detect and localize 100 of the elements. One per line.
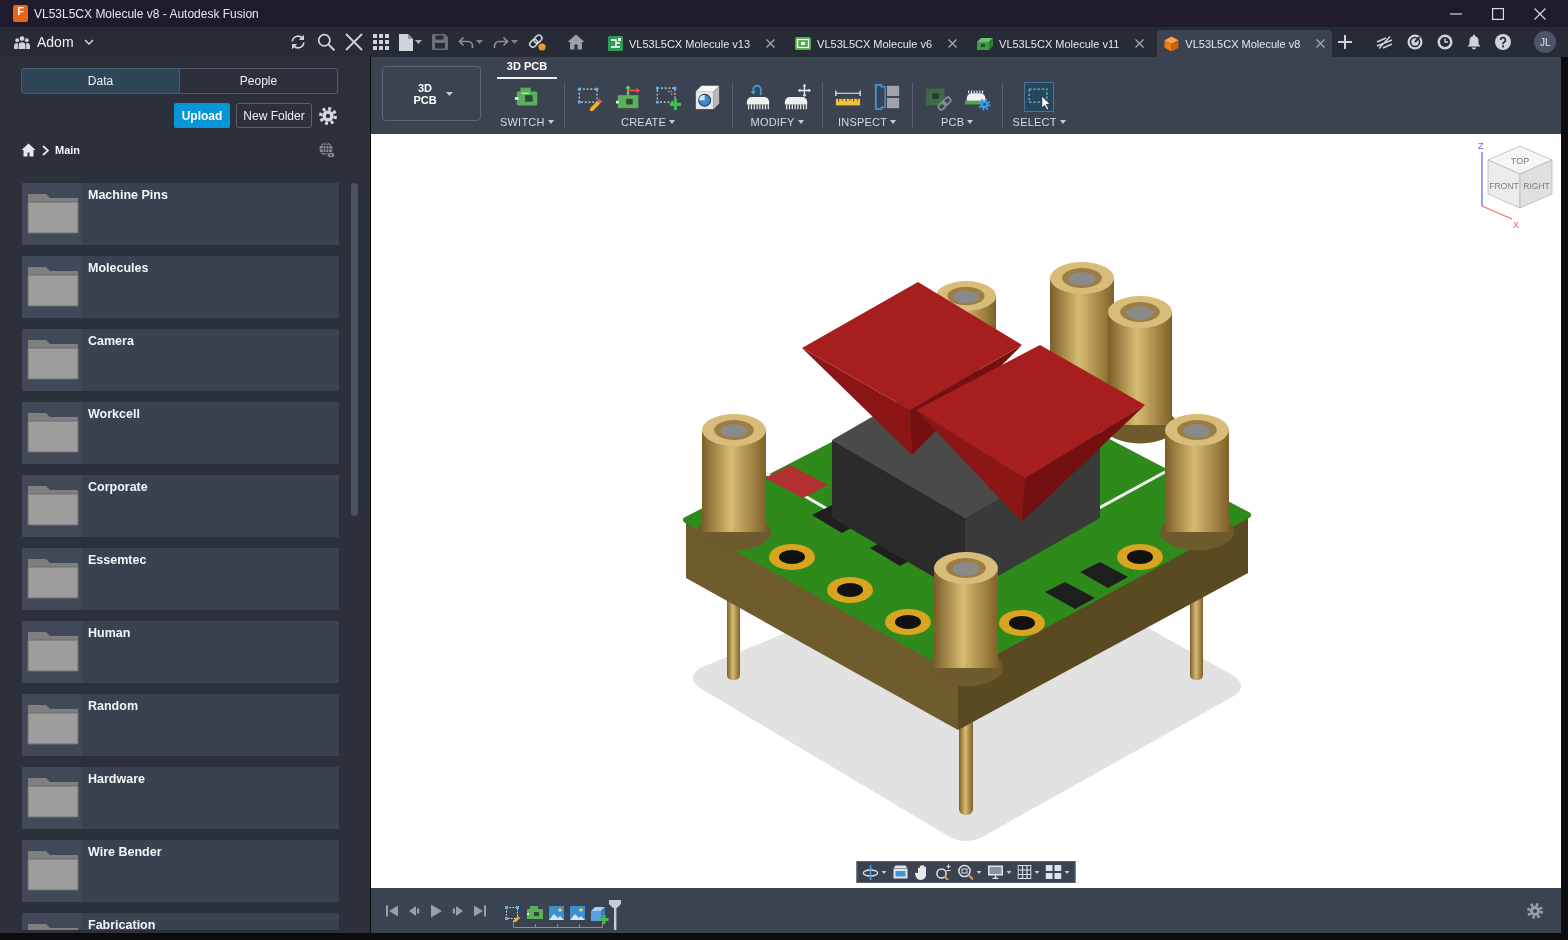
dial-icon[interactable] — [1407, 34, 1424, 50]
panel-tab[interactable]: People — [180, 68, 338, 94]
next-step-icon[interactable] — [451, 903, 465, 918]
workspace-dropdown[interactable]: 3D PCB — [382, 66, 481, 121]
folder-name: Molecules — [88, 262, 149, 275]
close-tab-icon[interactable] — [1135, 39, 1145, 48]
file-icon[interactable] — [399, 33, 413, 51]
home-icon[interactable] — [21, 143, 36, 157]
zoom-window-icon[interactable] — [957, 864, 974, 880]
panel-tab[interactable]: Data — [21, 68, 180, 94]
orbit-icon[interactable] — [862, 864, 879, 880]
link-icon[interactable] — [528, 33, 546, 51]
last-frame-icon[interactable] — [473, 903, 487, 918]
caret-icon — [1059, 120, 1066, 124]
bell-icon[interactable] — [1467, 34, 1482, 50]
close-tab-icon[interactable] — [1316, 39, 1326, 48]
folder-icon — [22, 621, 82, 683]
folder-item[interactable]: Corporate — [22, 475, 339, 537]
slashed-lines-icon[interactable] — [1376, 35, 1394, 49]
home-icon[interactable] — [567, 34, 585, 50]
new-folder-button[interactable]: New Folder — [236, 103, 312, 128]
ribbon-group-menu[interactable]: INSPECT — [838, 116, 897, 128]
caret-icon[interactable] — [415, 40, 422, 44]
settings-icon[interactable] — [1527, 902, 1543, 919]
timeline-marker-icon[interactable] — [609, 899, 621, 930]
apps-grid-icon[interactable] — [373, 34, 389, 50]
3d-viewport[interactable]: TOP FRONT RIGHT Z X — [371, 134, 1561, 888]
close-tab-icon[interactable] — [948, 39, 958, 48]
caret-icon[interactable] — [1064, 870, 1070, 874]
help-icon[interactable] — [1495, 34, 1512, 50]
close-icon[interactable] — [1534, 7, 1546, 20]
app-logo: F — [13, 5, 28, 22]
add-component-icon[interactable] — [591, 905, 609, 924]
maximize-icon[interactable] — [1492, 7, 1504, 20]
folder-item[interactable]: Random — [22, 694, 339, 756]
caret-icon[interactable] — [976, 870, 982, 874]
profile-avatar[interactable]: JL — [1534, 31, 1557, 53]
ribbon-group-menu[interactable]: MODIFY — [750, 116, 804, 128]
caret-icon[interactable] — [1034, 870, 1040, 874]
document-tab[interactable]: VL53L5CX Molecule v13 — [601, 30, 783, 57]
folder-item[interactable]: Molecules — [22, 256, 339, 318]
globe-icon[interactable] — [319, 142, 335, 158]
ribbon-group-menu[interactable]: CREATE — [621, 116, 676, 128]
sketch-icon[interactable] — [505, 905, 521, 922]
undo-icon[interactable] — [458, 35, 474, 49]
breadcrumb-item[interactable]: Main — [55, 144, 81, 156]
view-cube[interactable] — [1487, 145, 1553, 209]
team-button[interactable]: Adom — [37, 34, 74, 50]
folder-item[interactable]: Fabrication — [22, 913, 339, 930]
cube-icon — [1164, 35, 1180, 52]
viewports-icon[interactable] — [1045, 865, 1062, 879]
image-icon[interactable] — [549, 905, 564, 920]
chevron-down-icon[interactable] — [83, 39, 94, 45]
display-icon[interactable] — [987, 865, 1004, 879]
redo-icon[interactable] — [493, 35, 509, 49]
clock-icon[interactable] — [1437, 34, 1454, 50]
folder-icon — [22, 694, 82, 756]
circuit-board-icon — [795, 37, 812, 50]
selection-box-icon[interactable] — [1024, 82, 1055, 112]
folder-item[interactable]: Wire Bender — [22, 840, 339, 902]
ribbon-group-menu[interactable]: SELECT — [1012, 116, 1066, 128]
ribbon-group-menu[interactable]: SWITCH — [500, 116, 554, 128]
caret-icon[interactable] — [1006, 870, 1012, 874]
caret-icon[interactable] — [511, 40, 518, 44]
folder-item[interactable]: Machine Pins — [22, 183, 339, 245]
folder-icon — [22, 475, 82, 537]
folder-icon — [22, 548, 82, 610]
grid-icon[interactable] — [1017, 865, 1032, 879]
settings-icon[interactable] — [319, 106, 337, 125]
plus-icon[interactable] — [1338, 35, 1353, 49]
close-tab-icon[interactable] — [766, 39, 776, 48]
close-icon[interactable] — [345, 33, 363, 51]
people-icon[interactable] — [14, 35, 30, 49]
scrollbar[interactable] — [351, 183, 358, 516]
ribbon-group-menu[interactable]: PCB — [941, 116, 974, 128]
caret-icon[interactable] — [476, 40, 483, 44]
folder-item[interactable]: Hardware — [22, 767, 339, 829]
search-icon[interactable] — [317, 33, 335, 51]
save-icon[interactable] — [432, 34, 448, 50]
caret-icon[interactable] — [881, 870, 887, 874]
circuit-board-icon[interactable] — [527, 905, 543, 919]
look-at-icon[interactable] — [892, 865, 909, 879]
folder-item[interactable]: Camera — [22, 329, 339, 391]
first-frame-icon[interactable] — [385, 903, 399, 918]
caret-icon — [547, 120, 554, 124]
ribbon-tab[interactable]: 3D PCB — [497, 57, 557, 79]
cube-face-label[interactable]: TOP — [1510, 156, 1530, 166]
folder-item[interactable]: Human — [22, 621, 339, 683]
zoom-icon[interactable] — [935, 864, 952, 880]
document-tab[interactable]: VL53L5CX Molecule v6 — [788, 30, 965, 57]
previous-step-icon[interactable] — [407, 903, 421, 918]
play-icon[interactable] — [429, 903, 443, 918]
folder-item[interactable]: Workcell — [22, 402, 339, 464]
document-tab[interactable]: VL53L5CX Molecule v8 — [1157, 30, 1333, 57]
document-tab[interactable]: VL53L5CX Molecule v11 — [970, 30, 1152, 57]
cube-face-label[interactable]: FRONT — [1489, 181, 1519, 191]
folder-item[interactable]: Essemtec — [22, 548, 339, 610]
folder-name: Fabrication — [88, 919, 156, 930]
refresh-icon[interactable] — [289, 33, 307, 51]
image-icon[interactable] — [570, 905, 585, 920]
